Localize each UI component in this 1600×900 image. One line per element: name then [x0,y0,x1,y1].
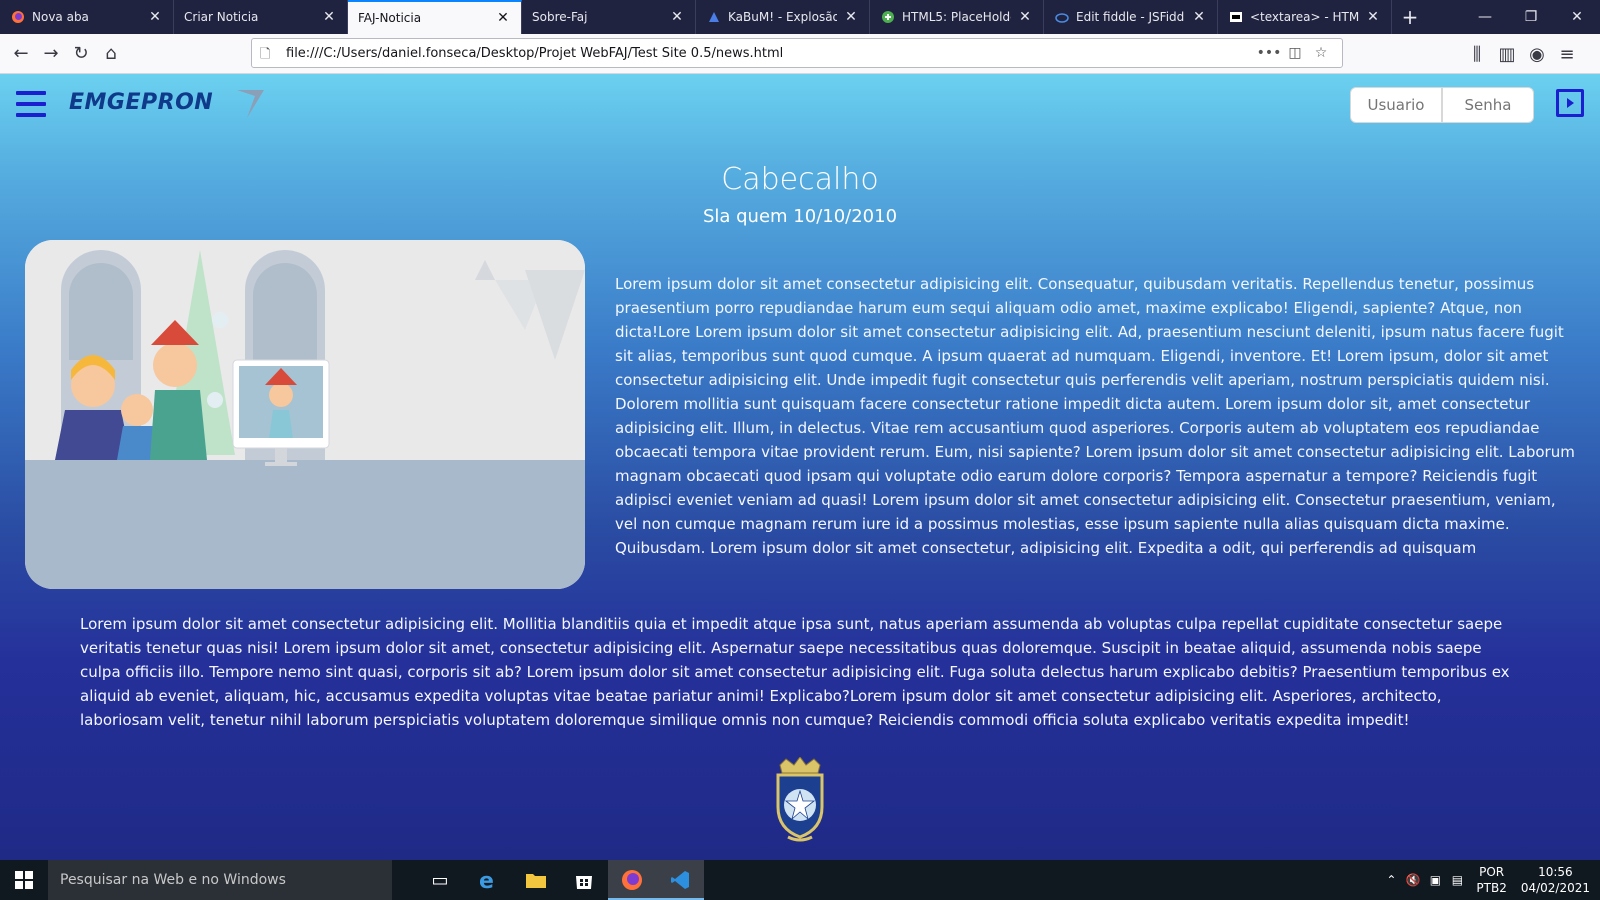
close-icon[interactable]: ✕ [321,9,337,25]
chevron-up-icon[interactable]: ⌃ [1380,873,1402,887]
keyboard-label: PTB2 [1476,881,1507,895]
close-icon[interactable]: ✕ [669,9,685,25]
tab-label: Edit fiddle - JSFiddle [1076,10,1185,24]
tab-label: Nova aba [32,10,89,24]
more-actions-icon[interactable]: ••• [1256,45,1282,61]
close-icon[interactable]: ✕ [495,10,511,26]
browser-nav-bar: ← → ↻ ⌂ 🗋 file:///C:/Users/daniel.fonsec… [0,34,1600,74]
vscode-icon[interactable] [656,860,704,900]
task-view-icon[interactable]: ▭ [416,860,464,900]
mdn-icon [1228,9,1244,25]
windows-taskbar: Pesquisar na Web e no Windows ▭ e ⌃ 🔇 ▣ … [0,860,1600,900]
close-icon[interactable]: ✕ [1017,9,1033,25]
jsfiddle-icon [1054,9,1070,25]
reload-icon[interactable]: ↻ [66,39,96,69]
placeholder-icon [880,9,896,25]
notification-icon[interactable]: ▤ [1446,873,1468,887]
network-icon[interactable]: ▣ [1424,873,1446,887]
tab-faj-noticia[interactable]: FAJ-Noticia ✕ [348,0,522,34]
tab-html5-placeholder[interactable]: HTML5: PlaceHolder ✕ [870,0,1044,34]
article-title: Cabecalho [721,162,879,197]
tab-kabum[interactable]: KaBuM! - Explosão de ✕ [696,0,870,34]
login-button[interactable] [1556,89,1584,117]
sidebar-icon[interactable]: ▥ [1492,39,1522,69]
tab-nova-aba[interactable]: Nova aba ✕ [0,0,174,34]
close-icon[interactable]: ✕ [147,9,163,25]
speaker-muted-icon[interactable]: 🔇 [1402,873,1424,887]
edge-icon[interactable]: e [464,860,512,900]
kabum-icon [706,9,722,25]
library-icon[interactable]: ⫼ [1462,39,1492,69]
close-icon[interactable]: ✕ [1191,9,1207,25]
account-icon[interactable]: ◉ [1522,39,1552,69]
login-form [1350,87,1534,123]
username-input[interactable] [1350,87,1442,123]
browser-tab-bar: Nova aba ✕ Criar Noticia ✕ FAJ-Noticia ✕… [0,0,1600,34]
menu-icon[interactable]: ≡ [1552,39,1582,69]
article-image [25,240,585,589]
clock-time: 10:56 [1538,865,1573,879]
clock-date: 04/02/2021 [1520,881,1590,895]
tab-mdn-textarea[interactable]: <textarea> - HTML: Li ✕ [1218,0,1392,34]
tab-label: FAJ-Noticia [358,11,422,25]
firefox-taskbar-icon[interactable] [608,860,656,900]
url-text[interactable]: file:///C:/Users/daniel.fonseca/Desktop/… [286,46,1256,61]
tab-sobre-faj[interactable]: Sobre-Faj ✕ [522,0,696,34]
svg-text:e: e [479,869,494,891]
close-icon[interactable]: ✕ [843,9,859,25]
firefox-icon [10,9,26,25]
tab-jsfiddle[interactable]: Edit fiddle - JSFiddle ✕ [1044,0,1218,34]
play-icon [1567,98,1574,108]
system-tray: ⌃ 🔇 ▣ ▤ POR PTB2 10:56 04/02/2021 [1380,860,1600,900]
tab-label: HTML5: PlaceHolder [902,10,1011,24]
article-paragraph-2: Lorem ipsum dolor sit amet consectetur a… [80,615,1510,729]
home-icon[interactable]: ⌂ [96,39,126,69]
close-window-button[interactable]: ✕ [1554,0,1600,34]
bookmark-star-icon[interactable]: ☆ [1308,45,1334,61]
logo-swoosh-icon [237,90,264,118]
minimize-button[interactable]: — [1462,0,1508,34]
page-icon: 🗋 [260,47,271,62]
store-icon[interactable] [560,860,608,900]
tab-label: Sobre-Faj [532,10,588,24]
article-byline: Sla quem 10/10/2010 [702,206,898,227]
tab-label: <textarea> - HTML: Li [1250,10,1359,24]
forward-icon[interactable]: → [36,39,66,69]
clock[interactable]: 10:56 04/02/2021 [1521,864,1590,896]
navy-crest-logo [770,756,830,843]
restore-button[interactable]: ❐ [1508,0,1554,34]
pocket-icon[interactable]: ◫ [1282,45,1308,61]
new-tab-button[interactable]: + [1392,0,1428,34]
taskbar-search[interactable]: Pesquisar na Web e no Windows [48,860,392,900]
windows-start-icon[interactable] [0,860,48,900]
tab-label: Criar Noticia [184,10,259,24]
password-input[interactable] [1442,87,1534,123]
close-icon[interactable]: ✕ [1365,9,1381,25]
tab-criar-noticia[interactable]: Criar Noticia ✕ [174,0,348,34]
file-explorer-icon[interactable] [512,860,560,900]
language-indicator[interactable]: POR PTB2 [1476,864,1506,896]
article-paragraph-1: Lorem ipsum dolor sit amet consectetur a… [615,275,1575,557]
language-label: POR [1479,865,1505,879]
page-content: EMGEPRON Cabecalho Sla quem 10/10/2010 [0,74,1600,860]
hamburger-menu-icon[interactable] [16,91,46,117]
url-bar[interactable]: 🗋 file:///C:/Users/daniel.fonseca/Deskto… [251,38,1343,68]
tab-label: KaBuM! - Explosão de [728,10,837,24]
back-icon[interactable]: ← [6,39,36,69]
